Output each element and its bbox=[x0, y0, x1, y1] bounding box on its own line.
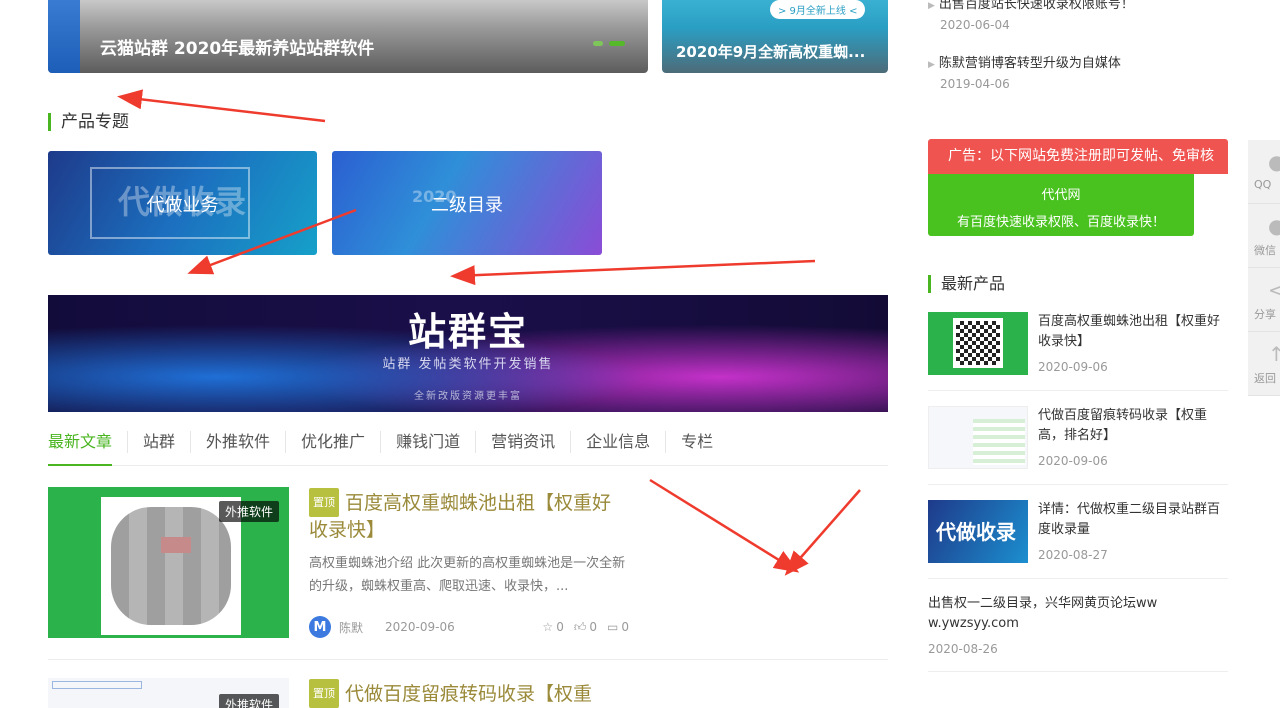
product-title[interactable]: 百度高权重蜘蛛池出租【权重好收录快】 bbox=[1038, 312, 1228, 352]
banner-title: 站群宝 bbox=[407, 310, 528, 354]
product-item[interactable]: 代做百度留痕转码收录【权重高，排名好】 2020-09-06 bbox=[928, 406, 1228, 485]
article-thumbnail[interactable]: 外推软件 bbox=[48, 487, 289, 638]
section-title-latest: 最新产品 bbox=[928, 275, 1005, 293]
back-to-top-label: 返回 bbox=[1254, 372, 1276, 385]
product-thumbnail[interactable] bbox=[928, 312, 1028, 375]
red-arrow-4 bbox=[649, 478, 800, 573]
comment-icon[interactable]: ▭ bbox=[607, 620, 618, 634]
news-date: 2019-04-06 bbox=[940, 77, 1010, 91]
carousel-side-slide[interactable]: > 9月全新上线 < 2020年9月全新高权重蜘... bbox=[662, 0, 888, 73]
tab-column[interactable]: 专栏 bbox=[666, 431, 728, 453]
product-date: 2020-09-06 bbox=[1038, 360, 1108, 374]
product-thumbnail[interactable]: 代做收录 bbox=[928, 500, 1028, 563]
carousel-main-title[interactable]: 云猫站群 2020年最新养站站群软件 bbox=[100, 34, 374, 59]
back-to-top-button[interactable]: ↑ 返回 bbox=[1248, 332, 1280, 396]
red-arrow-5 bbox=[784, 489, 861, 576]
ad-green-title[interactable]: 代代网 bbox=[928, 184, 1194, 203]
wechat-label: 微信 bbox=[1254, 244, 1276, 257]
news-date: 2020-06-04 bbox=[940, 18, 1010, 32]
pinned-tag: 置顶 bbox=[309, 679, 339, 708]
like-count: 0 bbox=[589, 620, 598, 634]
share-label: 分享 bbox=[1254, 308, 1276, 321]
category-badge[interactable]: 外推软件 bbox=[218, 501, 279, 522]
ad-banner-red[interactable]: 广告：以下网站免费注册即可发帖、免审核 bbox=[928, 139, 1228, 174]
product-title[interactable]: 详情：代做权重二级目录站群百度收录量 bbox=[1038, 500, 1228, 540]
banner-zhanqunbao[interactable]: 站群宝 站群 发帖类软件开发销售 全新改版资源更丰富 bbox=[48, 295, 888, 412]
thumbnail-text: 代做收录 bbox=[936, 520, 1016, 544]
carousel-dot-2[interactable] bbox=[609, 41, 625, 46]
sidebar-news-item[interactable]: ▶ 陈默营销博客转型升级为自媒体 2019-04-06 bbox=[928, 52, 1121, 91]
wechat-icon: ● bbox=[1268, 214, 1280, 238]
category-badge[interactable]: 外推软件 bbox=[218, 694, 279, 708]
product-title[interactable]: 出售权一二级目录，兴华网黄页论坛www.ywzsyy.com bbox=[928, 594, 1168, 634]
table-screenshot bbox=[973, 419, 1025, 465]
sidebar-news-item[interactable]: ▶ 出售百度站长快速收录权限账号！ 2020-06-04 bbox=[928, 0, 1134, 32]
pinned-tag: 置顶 bbox=[309, 488, 339, 517]
carousel-side-title[interactable]: 2020年9月全新高权重蜘... bbox=[676, 41, 865, 62]
red-arrow-1 bbox=[117, 89, 326, 123]
divider bbox=[48, 659, 888, 660]
news-title[interactable]: 出售百度站长快速收录权限账号！ bbox=[939, 0, 1134, 12]
product-date: 2020-09-06 bbox=[1038, 454, 1108, 468]
tab-money[interactable]: 赚钱门道 bbox=[381, 431, 477, 453]
arrow-up-icon: ↑ bbox=[1268, 342, 1280, 366]
tab-waitui[interactable]: 外推软件 bbox=[191, 431, 287, 453]
product-date: 2020-08-26 bbox=[928, 642, 998, 656]
section-title-products: 产品专题 bbox=[48, 113, 129, 131]
ad-banner-green[interactable]: 代代网 有百度快速收录权限、百度收录快！ bbox=[928, 174, 1194, 236]
article-title[interactable]: 置顶 代做百度留痕转码收录【权重 bbox=[309, 679, 629, 708]
bullet-icon: ▶ bbox=[928, 1, 935, 11]
star-count: 0 bbox=[556, 620, 564, 634]
article-tabs: 最新文章 站群 外推软件 优化推广 赚钱门道 营销资讯 企业信息 专栏 bbox=[48, 430, 888, 466]
tile-label[interactable]: 二级目录 bbox=[332, 191, 602, 217]
thumbs-up-icon[interactable]: 👍︎ bbox=[574, 620, 587, 635]
product-item[interactable]: 代做收录 详情：代做权重二级目录站群百度收录量 2020-08-27 bbox=[928, 500, 1228, 579]
tab-zhanqun[interactable]: 站群 bbox=[128, 431, 192, 453]
product-tile-2[interactable]: 2020 二级目录 bbox=[332, 151, 602, 255]
tab-marketing[interactable]: 营销资讯 bbox=[476, 431, 572, 453]
floating-toolbar: ● QQ ● 微信 < 分享 ↑ 返回 bbox=[1248, 140, 1280, 396]
wechat-button[interactable]: ● 微信 bbox=[1248, 204, 1280, 268]
qr-code-icon bbox=[953, 318, 1003, 368]
article-meta: M 陈默 2020-09-06 ☆ 0 👍︎ 0 ▭ 0 bbox=[309, 615, 629, 639]
tab-company[interactable]: 企业信息 bbox=[571, 431, 667, 453]
qq-label: QQ bbox=[1254, 178, 1272, 191]
slide-edge-decoration bbox=[48, 0, 80, 73]
product-item[interactable]: 百度高权重蜘蛛池出租【权重好收录快】 2020-09-06 bbox=[928, 312, 1228, 391]
share-icon: < bbox=[1268, 278, 1280, 302]
product-thumbnail[interactable] bbox=[928, 406, 1028, 469]
article-excerpt: 高权重蜘蛛池介绍 此次更新的高权重蜘蛛池是一次全新的升级，蜘蛛权重高、爬取迅速、… bbox=[309, 556, 626, 594]
article-title-text[interactable]: 百度高权重蜘蛛池出租【权重好收录快】 bbox=[309, 492, 611, 541]
bullet-icon: ▶ bbox=[928, 60, 935, 70]
banner-note: 全新改版资源更丰富 bbox=[414, 391, 522, 402]
avatar[interactable]: M bbox=[309, 616, 331, 638]
tab-seo[interactable]: 优化推广 bbox=[286, 431, 382, 453]
qq-button[interactable]: ● QQ bbox=[1248, 140, 1280, 204]
carousel-main-slide[interactable]: 云猫站群 2020年最新养站站群软件 bbox=[48, 0, 648, 73]
screenshot-search-bar bbox=[52, 681, 142, 689]
red-arrow-3 bbox=[450, 259, 816, 286]
product-title[interactable]: 代做百度留痕转码收录【权重高，排名好】 bbox=[1038, 406, 1228, 446]
carousel-dot-1[interactable] bbox=[593, 41, 603, 46]
slide-pill: > 9月全新上线 < bbox=[770, 0, 866, 19]
article-title[interactable]: 置顶 百度高权重蜘蛛池出租【权重好收录快】 bbox=[309, 488, 629, 544]
tab-latest[interactable]: 最新文章 bbox=[48, 431, 129, 466]
product-date: 2020-08-27 bbox=[1038, 548, 1108, 562]
news-title[interactable]: 陈默营销博客转型升级为自媒体 bbox=[939, 56, 1121, 71]
qq-icon: ● bbox=[1268, 150, 1280, 174]
author-name[interactable]: 陈默 bbox=[339, 619, 363, 636]
share-button[interactable]: < 分享 bbox=[1248, 268, 1280, 332]
article-date: 2020-09-06 bbox=[385, 620, 455, 634]
mosaic-blur bbox=[111, 507, 231, 625]
article-thumbnail[interactable]: 外推软件 bbox=[48, 678, 289, 708]
product-item-text[interactable]: 出售权一二级目录，兴华网黄页论坛www.ywzsyy.com 2020-08-2… bbox=[928, 594, 1228, 672]
mosaic-accent bbox=[161, 537, 191, 553]
product-tile-1[interactable]: 代做收录 代做业务 bbox=[48, 151, 317, 255]
article-title-text[interactable]: 代做百度留痕转码收录【权重 bbox=[345, 683, 592, 705]
ad-green-text[interactable]: 有百度快速收录权限、百度收录快！ bbox=[928, 211, 1194, 230]
comment-count: 0 bbox=[621, 620, 629, 634]
star-icon[interactable]: ☆ bbox=[542, 620, 553, 634]
banner-subtitle: 站群 发帖类软件开发销售 bbox=[382, 357, 554, 372]
tile-label[interactable]: 代做业务 bbox=[48, 191, 317, 217]
